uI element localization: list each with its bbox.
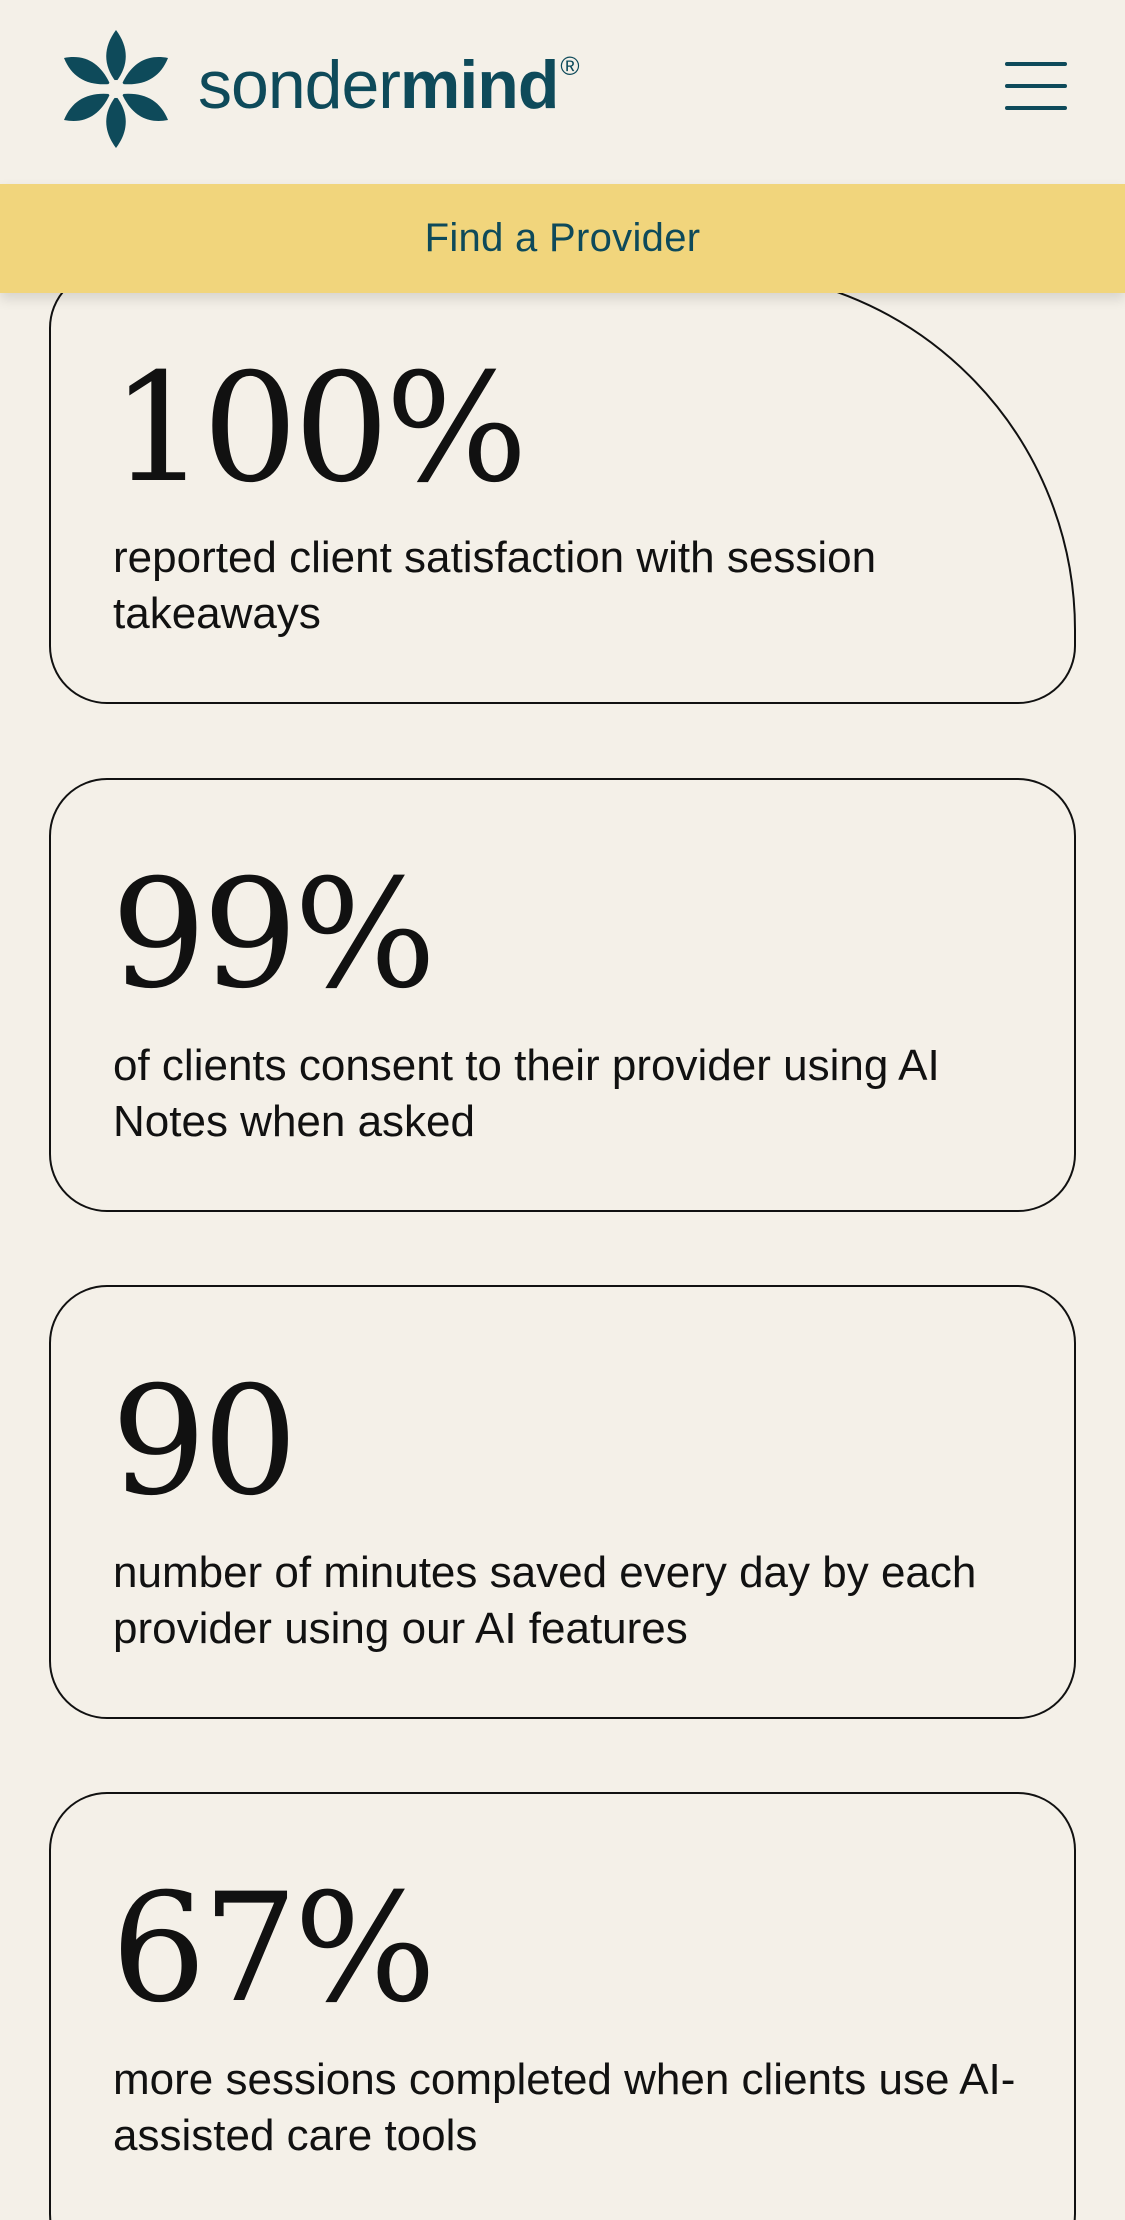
stat-value: 90 bbox=[111, 1355, 298, 1529]
sondermind-wordmark: sondermind® bbox=[198, 51, 580, 119]
stat-card-sessions: 67% more sessions completed when clients… bbox=[49, 1792, 1076, 2220]
stat-description: number of minutes saved every day by eac… bbox=[113, 1548, 977, 1653]
menu-line bbox=[1005, 106, 1067, 110]
stat-value: 99% bbox=[111, 848, 436, 1022]
stat-description: more sessions completed when clients use… bbox=[113, 2055, 1016, 2160]
site-header: sondermind® bbox=[0, 0, 1125, 184]
stat-description: reported client satisfaction with sessio… bbox=[113, 533, 877, 638]
registered-mark: ® bbox=[560, 51, 579, 81]
menu-line bbox=[1005, 62, 1067, 66]
stat-value: 67% bbox=[111, 1862, 436, 2036]
stat-value: 100% bbox=[111, 342, 528, 516]
menu-line bbox=[1005, 84, 1067, 88]
find-provider-label: Find a Provider bbox=[424, 216, 701, 260]
stat-card-satisfaction: 100% reported client satisfaction with s… bbox=[49, 270, 1076, 704]
wordmark-light: sonder bbox=[198, 47, 401, 123]
stat-card-consent: 99% of clients consent to their provider… bbox=[49, 778, 1076, 1212]
find-provider-button[interactable]: Find a Provider bbox=[0, 184, 1125, 293]
sondermind-logo[interactable]: sondermind® bbox=[58, 26, 580, 152]
hamburger-menu-icon[interactable] bbox=[1005, 60, 1067, 112]
stat-card-minutes-saved: 90 number of minutes saved every day by … bbox=[49, 1285, 1076, 1719]
stat-description: of clients consent to their provider usi… bbox=[113, 1041, 940, 1146]
wordmark-bold: mind bbox=[399, 47, 559, 123]
sondermind-flower-logo-icon bbox=[64, 30, 168, 148]
